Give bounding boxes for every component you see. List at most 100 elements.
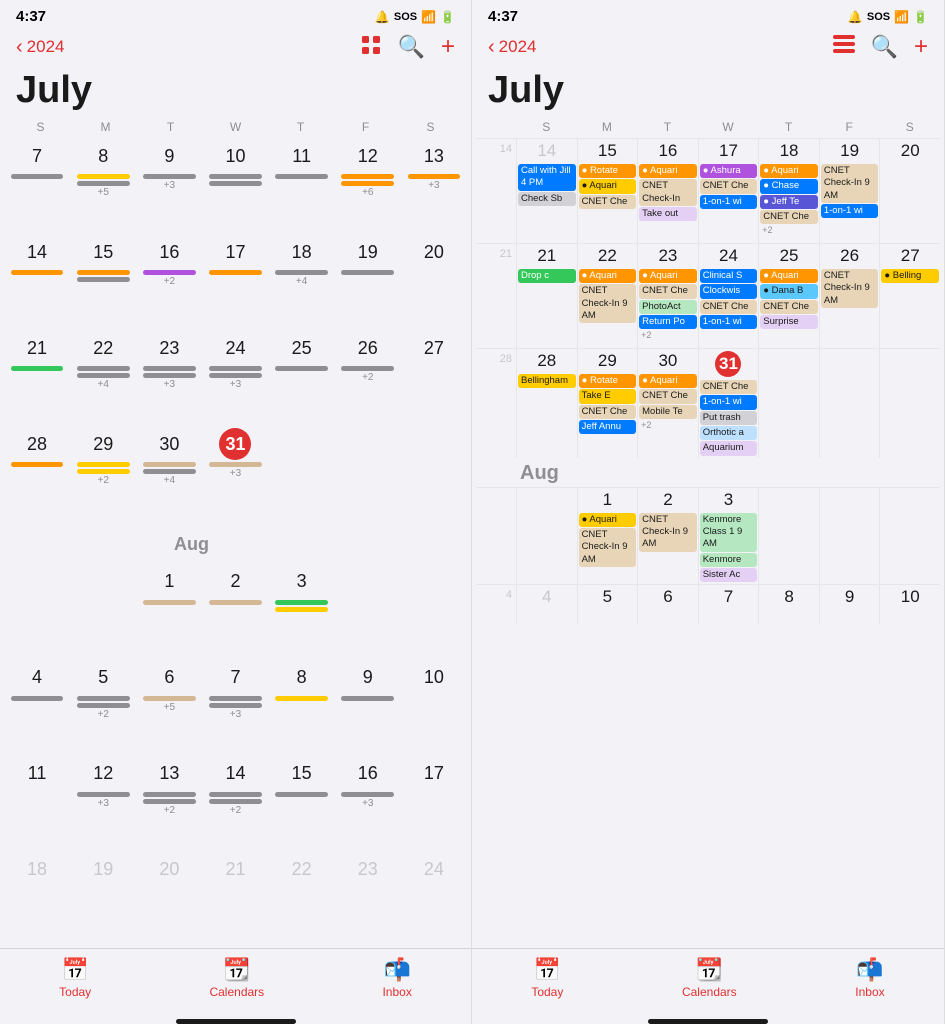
week-event[interactable]: ● Rotate (579, 164, 637, 178)
week-cell[interactable]: 25 ● Aquari ● Dana B CNET Che Surprise (758, 244, 819, 348)
week-event[interactable]: Jeff Annu (579, 420, 637, 434)
week-event[interactable]: Mobile Te (639, 405, 697, 419)
cal-cell[interactable]: 12+6 (335, 138, 401, 234)
cal-cell[interactable]: 8 (269, 660, 335, 756)
week-event[interactable]: Surprise (760, 315, 818, 329)
week-event[interactable]: Return Po (639, 315, 697, 329)
week-event[interactable]: 1-on-1 wi (700, 195, 758, 209)
cal-cell[interactable]: 27 (401, 330, 467, 426)
search-icon-left[interactable]: 🔍 (398, 34, 425, 60)
week-cell[interactable]: 4 (516, 585, 577, 624)
search-icon-right[interactable]: 🔍 (871, 34, 898, 60)
week-event[interactable]: 1-on-1 wi (700, 315, 758, 329)
week-cell[interactable]: 16 ● Aquari CNET Check-In Take out (637, 139, 698, 243)
week-cell[interactable]: 22 ● Aquari CNET Check-In 9 AM (577, 244, 638, 348)
cal-cell[interactable]: 23+3 (136, 330, 202, 426)
week-event-take-out[interactable]: Take out (639, 207, 697, 221)
week-event[interactable]: CNET Check-In 9 AM (579, 528, 637, 567)
week-event[interactable]: ● Aquari (639, 269, 697, 283)
nav-left-left[interactable]: ‹ 2024 (16, 36, 65, 59)
cal-cell[interactable]: 26+2 (335, 330, 401, 426)
back-chevron-right[interactable]: ‹ (488, 36, 495, 59)
week-cell[interactable]: 17 ● Ashura CNET Che 1-on-1 wi (698, 139, 759, 243)
week-event[interactable]: Clinical S (700, 269, 758, 283)
week-cell[interactable]: 29 ● Rotate Take E CNET Che Jeff Annu (577, 349, 638, 458)
cal-cell[interactable]: 15 (70, 234, 136, 330)
week-cell[interactable]: 5 (577, 585, 638, 624)
cal-cell[interactable]: 17 (202, 234, 268, 330)
week-cell[interactable]: 8 (758, 585, 819, 624)
cal-cell[interactable]: 6+5 (136, 660, 202, 756)
nav-year-right[interactable]: 2024 (499, 37, 537, 57)
cal-cell[interactable]: 9+3 (136, 138, 202, 234)
week-cell[interactable]: 19 CNET Check-In 9 AM 1-on-1 wi (819, 139, 880, 243)
week-event[interactable]: Kenmore Class 1 9 AM (700, 513, 758, 552)
tab-calendars-left[interactable]: 📆 Calendars (209, 957, 264, 999)
week-event[interactable]: ● Rotate (579, 374, 637, 388)
view-toggle-icon[interactable] (360, 34, 382, 61)
week-event[interactable]: ● Aquari (579, 179, 637, 193)
week-event[interactable]: CNET Check-In 9 AM (579, 284, 637, 323)
week-event[interactable]: ● Belling (881, 269, 939, 283)
week-event[interactable]: ● Aquari (639, 374, 697, 388)
cal-cell[interactable]: 12+3 (70, 756, 136, 852)
week-cell[interactable]: 27 ● Belling (879, 244, 940, 348)
week-event[interactable]: Put trash (700, 411, 758, 425)
week-event[interactable]: ● Aquari (760, 164, 818, 178)
cal-cell[interactable]: 19 (335, 234, 401, 330)
week-event[interactable]: ● Ashura (700, 164, 758, 178)
week-cell[interactable]: 14 Call with Jill 4 PM Check Sb (516, 139, 577, 243)
week-event[interactable]: Orthotic a (700, 426, 758, 440)
week-cell[interactable]: 3 Kenmore Class 1 9 AM Kenmore Sister Ac (698, 488, 759, 585)
cal-cell[interactable]: 13+3 (401, 138, 467, 234)
cal-cell[interactable]: 15 (269, 756, 335, 852)
cal-cell[interactable]: 25 (269, 330, 335, 426)
cal-cell[interactable]: 1 (136, 564, 202, 660)
week-cell[interactable]: 31 CNET Che 1-on-1 wi Put trash Orthotic… (698, 349, 759, 458)
add-icon-left[interactable]: + (441, 33, 455, 61)
week-event[interactable]: CNET Check-In 9 AM (639, 513, 697, 552)
week-event[interactable]: CNET Che (760, 210, 818, 224)
cal-cell[interactable]: 14 (4, 234, 70, 330)
nav-left-right[interactable]: ‹ 2024 (488, 36, 537, 59)
week-event[interactable]: 1-on-1 wi (700, 395, 758, 409)
tab-today-right[interactable]: 📅 Today (531, 957, 563, 999)
week-cell[interactable]: 2 CNET Check-In 9 AM (637, 488, 698, 585)
cal-cell[interactable]: 8+5 (70, 138, 136, 234)
week-cell[interactable]: 23 ● Aquari CNET Che PhotoAct Return Po … (637, 244, 698, 348)
week-cell[interactable]: 1 ● Aquari CNET Check-In 9 AM (577, 488, 638, 585)
cal-cell[interactable]: 14+2 (202, 756, 268, 852)
cal-cell[interactable]: 11 (269, 138, 335, 234)
week-cell[interactable]: 24 Clinical S Clockwis CNET Che 1-on-1 w… (698, 244, 759, 348)
week-cell[interactable]: 28 Bellingham (516, 349, 577, 458)
week-event[interactable]: CNET Che (700, 300, 758, 314)
week-event[interactable]: ● Dana B (760, 284, 818, 298)
cal-cell[interactable]: 22+4 (70, 330, 136, 426)
cal-cell[interactable]: 22 (269, 852, 335, 948)
week-event[interactable]: ● Jeff Te (760, 195, 818, 209)
cal-cell[interactable]: 4 (4, 660, 70, 756)
week-event[interactable]: ● Aquari (760, 269, 818, 283)
week-cell[interactable]: 9 (819, 585, 880, 624)
cal-cell[interactable]: 20 (401, 234, 467, 330)
cal-cell[interactable]: 24+3 (202, 330, 268, 426)
cal-cell[interactable]: 16+2 (136, 234, 202, 330)
cal-cell[interactable]: 21 (4, 330, 70, 426)
cal-cell[interactable]: 17 (401, 756, 467, 852)
week-event[interactable]: CNET Che (639, 389, 697, 403)
week-event[interactable]: ● Aquari (579, 513, 637, 527)
cal-cell[interactable]: 31+3 (202, 426, 268, 522)
week-cell[interactable]: 15 ● Rotate ● Aquari CNET Che (577, 139, 638, 243)
cal-cell[interactable]: 20 (136, 852, 202, 948)
cal-cell[interactable]: 16+3 (335, 756, 401, 852)
tab-calendars-right[interactable]: 📆 Calendars (682, 957, 737, 999)
cal-cell[interactable]: 13+2 (136, 756, 202, 852)
week-cell[interactable]: 26 CNET Check-In 9 AM (819, 244, 880, 348)
week-event[interactable]: CNET Che (639, 284, 697, 298)
week-event-chase[interactable]: ● Chase (760, 179, 818, 193)
cal-cell[interactable]: 5+2 (70, 660, 136, 756)
cal-cell[interactable]: 28 (4, 426, 70, 522)
week-event[interactable]: Call with Jill 4 PM (518, 164, 576, 191)
week-event[interactable]: ● Aquari (579, 269, 637, 283)
week-cell[interactable]: 21 Drop c (516, 244, 577, 348)
